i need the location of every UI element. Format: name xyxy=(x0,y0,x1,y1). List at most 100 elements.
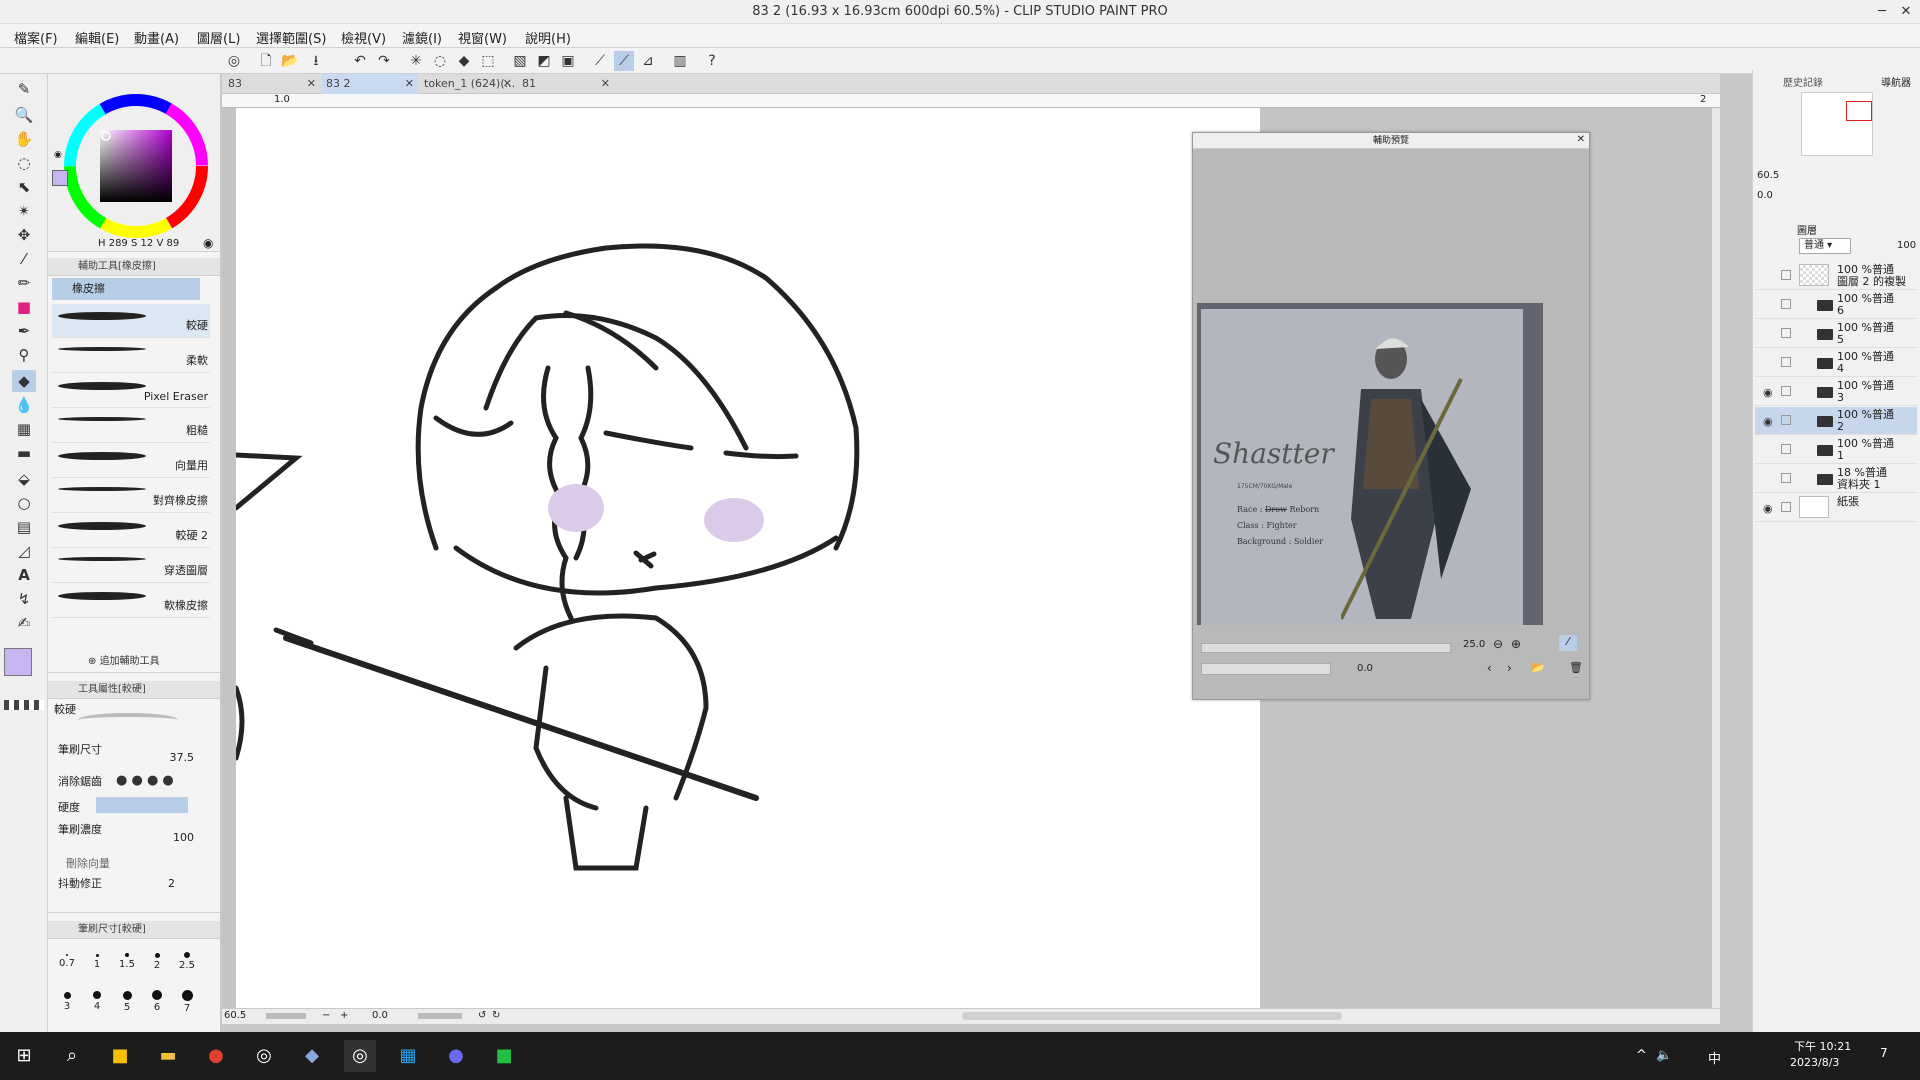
brush-item[interactable]: 對齊橡皮擦 xyxy=(52,479,210,513)
navigator-thumbnail[interactable] xyxy=(1801,92,1873,156)
navigator-tab[interactable]: 導航器 xyxy=(1881,74,1911,89)
brush-density-value[interactable]: 100 xyxy=(154,831,194,844)
transform-icon[interactable]: ⬚ xyxy=(478,51,498,71)
discord-icon[interactable]: ● xyxy=(440,1040,472,1072)
menu-filter[interactable]: 濾鏡(I) xyxy=(402,28,442,47)
menu-animation[interactable]: 動畫(A) xyxy=(134,28,179,47)
new-file-icon[interactable]: 🗋 xyxy=(256,51,276,71)
paint-app-icon[interactable]: ◆ xyxy=(296,1040,328,1072)
menu-help[interactable]: 說明(H) xyxy=(525,28,571,47)
eraser-tool-icon[interactable]: ◆ xyxy=(12,370,36,392)
clear-icon[interactable]: ◌ xyxy=(430,51,450,71)
move-tool-icon[interactable]: ✥ xyxy=(12,224,36,246)
brush-item[interactable]: 穿透圖層 xyxy=(52,549,210,583)
brush-size-preset[interactable]: 0.7 xyxy=(52,941,82,977)
search-icon[interactable]: ⌕ xyxy=(56,1040,88,1072)
menu-selection[interactable]: 選擇範圍(S) xyxy=(256,28,326,47)
horizontal-scrollbar[interactable] xyxy=(962,1012,1342,1020)
layer-row[interactable]: 100 %普通 5 xyxy=(1755,320,1917,348)
shape-tool-icon[interactable]: ○ xyxy=(12,492,36,514)
layer-lock-checkbox[interactable] xyxy=(1781,502,1791,512)
blend-tool-icon[interactable]: 💧 xyxy=(12,394,36,416)
brush-size-preset[interactable]: 5 xyxy=(112,981,142,1017)
layer-row[interactable]: ◉ 100 %普通 3 xyxy=(1755,378,1917,406)
menu-file[interactable]: 檔案(F) xyxy=(14,28,58,47)
snap-grid-icon[interactable]: ⊿ xyxy=(638,51,658,71)
sub-view-eyedropper-icon[interactable]: ⁄ xyxy=(1559,635,1577,651)
brush-item[interactable]: 較硬 2 xyxy=(52,514,210,548)
clip-studio-icon[interactable]: ◎ xyxy=(224,51,244,71)
ime-indicator[interactable]: 中 xyxy=(1708,1048,1721,1067)
lasso-tool-icon[interactable]: ◌ xyxy=(12,152,36,174)
brush-size-preset[interactable]: 1.5 xyxy=(112,941,142,977)
layer-lock-checkbox[interactable] xyxy=(1781,444,1791,454)
snap-ruler-icon[interactable]: ⟋ xyxy=(590,51,610,71)
pen-tool-icon[interactable]: ✎ xyxy=(12,78,36,100)
brush-size-preset[interactable]: 1 xyxy=(82,941,112,977)
settings-icon[interactable]: ▥ xyxy=(670,51,690,71)
brush-item[interactable]: 柔軟 xyxy=(52,339,210,373)
antialias-options[interactable]: ● ● ● ● xyxy=(116,773,174,788)
menu-view[interactable]: 檢視(V) xyxy=(341,28,386,47)
rotate-right-icon[interactable]: ↻ xyxy=(492,1010,500,1021)
layer-tab[interactable]: 圖層 xyxy=(1797,222,1817,237)
delete-vector-label[interactable]: 刪除向量 xyxy=(66,855,110,871)
clock-time[interactable]: 下午 10:21 xyxy=(1794,1038,1851,1054)
layer-visibility-icon[interactable]: ◉ xyxy=(1763,386,1773,399)
help-icon[interactable]: ? xyxy=(702,51,722,71)
brush-color-icon[interactable]: ■ xyxy=(12,296,36,318)
next-image-icon[interactable]: › xyxy=(1507,661,1512,675)
blend-mode-select[interactable]: 普通 ▾ xyxy=(1799,238,1851,254)
rotation-slider[interactable] xyxy=(418,1013,462,1019)
main-color-swatch[interactable] xyxy=(4,648,32,676)
gradient-tool-icon[interactable]: ▬ xyxy=(12,442,36,464)
tab-81[interactable]: 81 ✕ xyxy=(518,74,614,94)
sticky-notes-icon[interactable]: ■ xyxy=(104,1040,136,1072)
layer-lock-checkbox[interactable] xyxy=(1781,357,1791,367)
brush-size-preset[interactable]: 4 xyxy=(82,981,112,1017)
save-icon[interactable]: ⭳ xyxy=(306,51,326,71)
line-icon[interactable]: ■ xyxy=(488,1040,520,1072)
add-sub-tool-button[interactable]: ⊕ 追加輔助工具 xyxy=(88,652,160,667)
invert-icon[interactable]: ◩ xyxy=(534,51,554,71)
chrome-icon[interactable]: ● xyxy=(200,1040,232,1072)
layer-row[interactable]: 18 %普通 資料夾 1 xyxy=(1755,465,1917,493)
layer-visibility-icon[interactable]: ◉ xyxy=(1763,415,1773,428)
fill-icon[interactable]: ◆ xyxy=(454,51,474,71)
airbrush-icon[interactable]: ⚲ xyxy=(12,344,36,366)
ruler-tool-icon[interactable]: ◿ xyxy=(12,540,36,562)
rotate-left-icon[interactable]: ↺ xyxy=(478,1010,486,1021)
history-tab[interactable]: 歷史記錄 xyxy=(1783,74,1823,89)
menu-layer[interactable]: 圖層(L) xyxy=(197,28,240,47)
brush-size-value[interactable]: 37.5 xyxy=(154,751,195,764)
loading-icon[interactable]: ✳ xyxy=(406,51,426,71)
calculator-icon[interactable]: ▦ xyxy=(392,1040,424,1072)
zoom-in-icon[interactable]: + xyxy=(340,1010,348,1021)
eyedropper-icon[interactable]: ⁄ xyxy=(12,248,36,270)
layer-lock-checkbox[interactable] xyxy=(1781,299,1791,309)
volume-icon[interactable]: 🔈 xyxy=(1656,1048,1672,1063)
color-wheel[interactable] xyxy=(62,92,210,240)
color-mode-icon[interactable]: ◉ xyxy=(203,236,213,250)
hardness-slider[interactable] xyxy=(96,797,188,813)
layer-lock-checkbox[interactable] xyxy=(1781,270,1791,280)
layer-row[interactable]: 100 %普通 圖層 2 的複製 xyxy=(1755,262,1917,290)
start-button-icon[interactable]: ⊞ xyxy=(8,1040,40,1072)
layer-visibility-icon[interactable]: ◉ xyxy=(1763,502,1773,515)
layer-lock-checkbox[interactable] xyxy=(1781,415,1791,425)
tab-83[interactable]: 83 ✕ xyxy=(224,74,320,94)
deselect-icon[interactable]: ▧ xyxy=(510,51,530,71)
navigator-zoom[interactable]: 60.5 xyxy=(1757,170,1779,181)
sub-tool-group[interactable]: 橡皮擦 xyxy=(52,278,200,300)
correct-line-icon[interactable]: ✍ xyxy=(12,612,36,634)
pen-nib-icon[interactable]: ✒ xyxy=(12,320,36,342)
layer-lock-checkbox[interactable] xyxy=(1781,328,1791,338)
tray-chevron-icon[interactable]: ^ xyxy=(1636,1048,1647,1063)
redo-icon[interactable]: ↷ xyxy=(374,51,394,71)
clip-studio-paint-icon[interactable]: ◎ xyxy=(344,1040,376,1072)
menu-window[interactable]: 視窗(W) xyxy=(458,28,507,47)
frame-tool-icon[interactable]: ▤ xyxy=(12,516,36,538)
snap-special-ruler-icon[interactable]: ⟋ xyxy=(614,51,634,71)
brush-size-preset[interactable]: 7 xyxy=(172,981,202,1017)
canvas-paper[interactable] xyxy=(233,108,1260,1008)
